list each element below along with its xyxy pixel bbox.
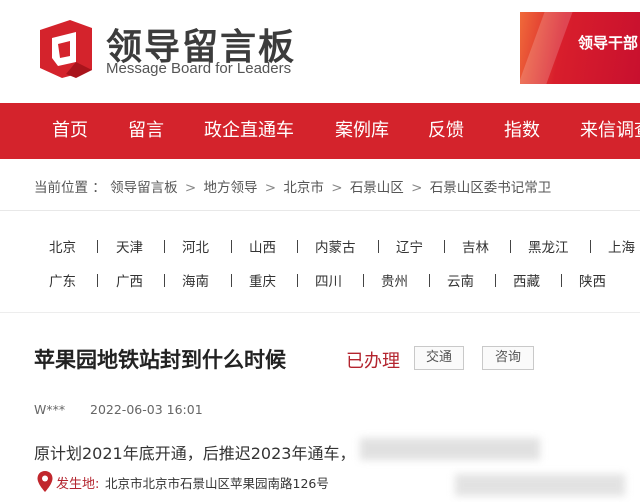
breadcrumb-separator: > bbox=[264, 180, 277, 196]
breadcrumb-separator: > bbox=[411, 180, 423, 196]
blurred-content bbox=[360, 438, 540, 460]
message-title: 苹果园地铁站封到什么时候 bbox=[34, 348, 286, 372]
top-banner[interactable]: 领导干部 bbox=[520, 12, 640, 84]
region-shanxi[interactable]: 山西 bbox=[249, 236, 276, 256]
location-address: 北京市北京市石景山区苹果园南路126号 bbox=[105, 476, 329, 491]
nav-item-survey[interactable]: 来信调查 bbox=[580, 103, 640, 159]
region-chongqing[interactable]: 重庆 bbox=[249, 270, 276, 290]
blurred-content bbox=[455, 474, 625, 496]
logo-mark-icon bbox=[40, 20, 92, 78]
divider bbox=[0, 210, 640, 211]
nav-item-index[interactable]: 指数 bbox=[504, 103, 540, 159]
region-jilin[interactable]: 吉林 bbox=[462, 236, 489, 256]
region-divider bbox=[561, 274, 562, 287]
location-pin-icon bbox=[37, 471, 53, 492]
breadcrumb-label: 当前位置 ： bbox=[34, 180, 106, 196]
region-divider bbox=[97, 274, 98, 287]
region-guangdong[interactable]: 广东 bbox=[49, 270, 76, 290]
breadcrumb-item[interactable]: 领导留言板 bbox=[110, 180, 178, 196]
nav-item-cases[interactable]: 案例库 bbox=[335, 103, 389, 159]
region-divider bbox=[590, 240, 591, 253]
region-shaanxi[interactable]: 陕西 bbox=[579, 270, 606, 290]
region-divider bbox=[363, 274, 364, 287]
breadcrumb-item[interactable]: 石景山区委书记常卫 bbox=[430, 180, 552, 196]
site-logo-subtitle: Message Board for Leaders bbox=[106, 60, 292, 77]
region-hebei[interactable]: 河北 bbox=[182, 236, 209, 256]
nav-item-feedback[interactable]: 反馈 bbox=[428, 103, 464, 159]
region-divider bbox=[495, 274, 496, 287]
status-badge: 已办理 bbox=[346, 351, 400, 372]
region-divider bbox=[97, 240, 98, 253]
region-divider bbox=[231, 274, 232, 287]
breadcrumb: 当前位置 ： 领导留言板 > 地方领导 > 北京市 > 石景山区 > 石景山区委… bbox=[34, 176, 551, 196]
message-body: 原计划2021年底开通，后推迟2023年通车， bbox=[34, 444, 356, 463]
location-label: 发生地: bbox=[56, 477, 100, 492]
message-author: W*** bbox=[34, 402, 66, 417]
region-beijing[interactable]: 北京 bbox=[49, 236, 76, 256]
region-yunnan[interactable]: 云南 bbox=[447, 270, 474, 290]
breadcrumb-item[interactable]: 石景山区 bbox=[350, 180, 404, 196]
region-tianjin[interactable]: 天津 bbox=[116, 236, 143, 256]
site-header: 领导留言板 Message Board for Leaders 领导干部 bbox=[0, 0, 640, 100]
region-guizhou[interactable]: 贵州 bbox=[381, 270, 408, 290]
top-banner-text: 领导干部 bbox=[578, 34, 639, 52]
nav-item-enterprise[interactable]: 政企直通车 bbox=[204, 103, 294, 159]
region-hainan[interactable]: 海南 bbox=[182, 270, 209, 290]
region-divider bbox=[231, 240, 232, 253]
region-divider bbox=[164, 274, 165, 287]
tag-inquiry[interactable]: 咨询 bbox=[482, 346, 534, 370]
region-divider bbox=[297, 274, 298, 287]
divider bbox=[0, 312, 640, 313]
breadcrumb-item[interactable]: 地方领导 bbox=[204, 180, 258, 196]
region-shanghai[interactable]: 上海 bbox=[608, 236, 635, 256]
region-neimenggu[interactable]: 内蒙古 bbox=[315, 236, 356, 256]
region-guangxi[interactable]: 广西 bbox=[116, 270, 143, 290]
region-liaoning[interactable]: 辽宁 bbox=[396, 236, 423, 256]
region-divider bbox=[378, 240, 379, 253]
region-divider bbox=[297, 240, 298, 253]
region-heilongjiang[interactable]: 黑龙江 bbox=[528, 236, 569, 256]
message-timestamp: 2022-06-03 16:01 bbox=[90, 402, 203, 417]
nav-item-message[interactable]: 留言 bbox=[128, 103, 164, 159]
region-divider bbox=[510, 240, 511, 253]
tag-traffic[interactable]: 交通 bbox=[414, 346, 464, 370]
nav-item-home[interactable]: 首页 bbox=[52, 103, 88, 159]
main-nav: 首页 留言 政企直通车 案例库 反馈 指数 来信调查 bbox=[0, 103, 640, 159]
region-divider bbox=[444, 240, 445, 253]
breadcrumb-separator: > bbox=[184, 180, 197, 196]
region-sichuan[interactable]: 四川 bbox=[315, 270, 342, 290]
breadcrumb-item[interactable]: 北京市 bbox=[283, 180, 324, 196]
region-divider bbox=[429, 274, 430, 287]
region-selector: 北京 天津 河北 山西 内蒙古 辽宁 吉林 黑龙江 上海 广东 广西 海南 重庆… bbox=[0, 228, 640, 298]
region-xizang[interactable]: 西藏 bbox=[513, 270, 540, 290]
breadcrumb-separator: > bbox=[331, 180, 343, 196]
region-divider bbox=[164, 240, 165, 253]
